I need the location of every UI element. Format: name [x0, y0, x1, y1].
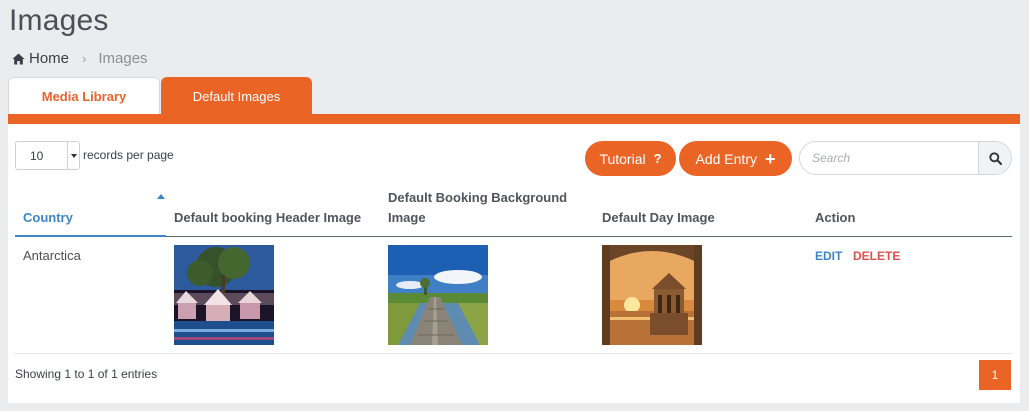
tab-default-images[interactable]: Default Images [161, 77, 312, 115]
breadcrumb-separator: › [82, 51, 87, 66]
sort-asc-icon [157, 194, 165, 199]
breadcrumb-current: Images [98, 50, 148, 67]
day-image-thumbnail [602, 245, 702, 345]
edit-link[interactable]: EDIT [815, 249, 842, 263]
table-header: Country Default booking Header Image Def… [15, 180, 1012, 237]
table-row: Antarctica EDIT DELETE [15, 238, 1012, 354]
search-box [799, 141, 1012, 175]
delete-link[interactable]: DELETE [853, 249, 900, 263]
column-header-background-image[interactable]: Default Booking Background Image [388, 188, 588, 228]
breadcrumb-home-link[interactable]: Home [29, 50, 69, 67]
page-title: Images [9, 4, 109, 37]
pagination-page-1[interactable]: 1 [979, 360, 1011, 390]
column-header-header-image[interactable]: Default booking Header Image [174, 208, 361, 228]
records-per-page-label: records per page [83, 148, 174, 162]
table-info: Showing 1 to 1 of 1 entries [15, 367, 158, 381]
page-length-select[interactable]: 10 [15, 141, 80, 170]
plus-icon: + [764, 148, 776, 169]
add-entry-button[interactable]: Add Entry + [679, 141, 792, 176]
country-cell: Antarctica [23, 248, 81, 263]
add-entry-button-label: Add Entry [695, 150, 757, 167]
breadcrumb: Home › Images [12, 50, 148, 67]
chevron-down-icon [67, 142, 79, 169]
sorted-column-indicator [15, 235, 166, 237]
column-header-day-image[interactable]: Default Day Image [602, 208, 715, 228]
content-panel: 10 records per page Tutorial ? Add Entry… [8, 114, 1020, 403]
column-header-action: Action [815, 210, 856, 225]
home-icon [12, 53, 25, 64]
search-icon [988, 151, 1002, 165]
tutorial-button[interactable]: Tutorial ? [585, 141, 676, 176]
header-image-thumbnail [174, 245, 274, 345]
search-input[interactable] [800, 142, 978, 174]
search-button[interactable] [978, 142, 1011, 174]
tab-media-library[interactable]: Media Library [8, 77, 160, 115]
background-image-thumbnail [388, 245, 488, 345]
question-icon: ? [653, 151, 662, 166]
tutorial-button-label: Tutorial [599, 150, 646, 167]
tab-bar: Media Library Default Images [8, 77, 312, 115]
page-length-value: 10 [30, 148, 44, 163]
column-header-country[interactable]: Country [23, 208, 73, 228]
